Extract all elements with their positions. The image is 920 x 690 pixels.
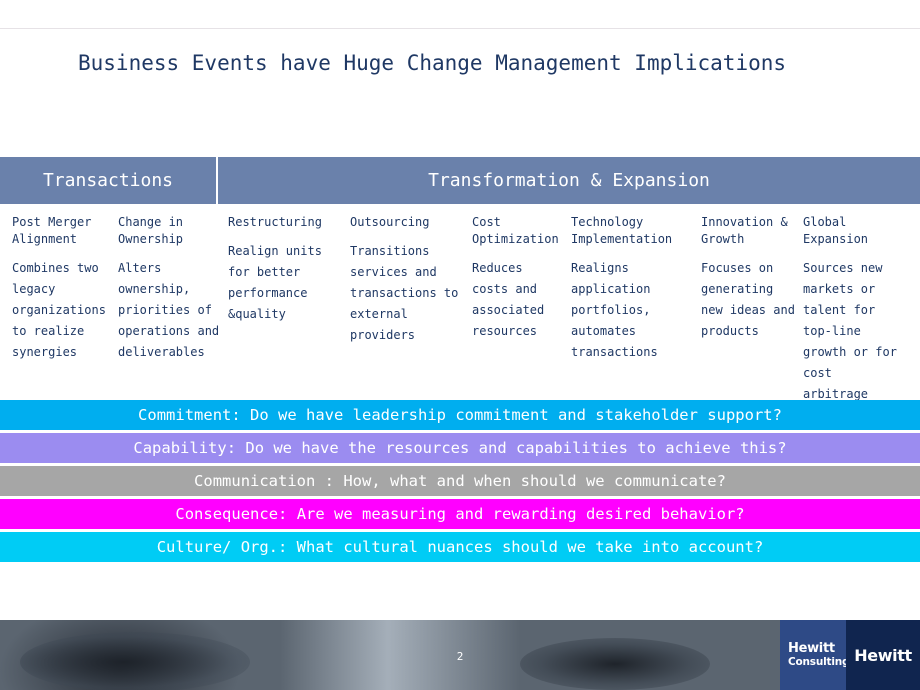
column-body: Realign units for better performance &qu… — [228, 244, 322, 321]
footer-blur-shape-right — [520, 638, 710, 690]
column-body: Alters ownership, priorities of operatio… — [118, 261, 220, 359]
footer-highlight — [280, 620, 520, 690]
logo-brand-block: Hewitt — [846, 620, 920, 690]
bar-communication: Communication : How, what and when shoul… — [0, 466, 920, 496]
column-restructuring: Restructuring Realign units for better p… — [228, 214, 350, 400]
column-outsourcing: Outsourcing Transitions services and tra… — [350, 214, 472, 400]
column-technology-implementation: Technology Implementation Realigns appli… — [571, 214, 701, 400]
slide-canvas: Business Events have Huge Change Managem… — [0, 0, 920, 690]
column-body: Focuses on generating new ideas and prod… — [701, 261, 795, 338]
bar-capability: Capability: Do we have the resources and… — [0, 433, 920, 463]
column-body: Combines two legacy organizations to rea… — [12, 261, 106, 359]
column-body: Realigns application portfolios, automat… — [571, 261, 658, 359]
logo-consulting-block: Hewitt Consulting — [780, 620, 850, 690]
banner-transactions: Transactions — [0, 157, 218, 204]
column-heading: Cost Optimization — [472, 215, 559, 246]
bar-commitment: Commitment: Do we have leadership commit… — [0, 400, 920, 430]
footer-blur-shape-left — [20, 632, 250, 690]
column-heading: Change in Ownership — [118, 215, 184, 246]
column-global-expansion: Global Expansion Sources new markets or … — [803, 214, 908, 401]
header-divider — [0, 28, 920, 29]
column-post-merger-alignment: Post Merger Alignment Combines two legac… — [0, 214, 118, 400]
column-heading: Innovation & Growth — [701, 215, 788, 246]
column-body: Reduces costs and associated resources — [472, 261, 545, 338]
column-heading: Post Merger Alignment — [12, 215, 92, 246]
column-heading: Global Expansion — [803, 215, 869, 246]
logo-line-1: Hewitt — [788, 641, 835, 656]
bar-culture-org: Culture/ Org.: What cultural nuances sho… — [0, 532, 920, 562]
column-heading: Outsourcing — [350, 215, 430, 229]
change-dimension-bars: Commitment: Do we have leadership commit… — [0, 400, 920, 565]
column-innovation-growth: Innovation & Growth Focuses on generatin… — [701, 214, 803, 400]
banner-transformation-expansion: Transformation & Expansion — [218, 157, 920, 204]
page-number: 2 — [456, 650, 464, 663]
hewitt-logo: Hewitt Consulting Hewitt — [780, 620, 920, 690]
column-heading: Technology Implementation — [571, 215, 673, 246]
page-title: Business Events have Huge Change Managem… — [78, 51, 787, 75]
category-banner: Transactions Transformation & Expansion — [0, 157, 920, 204]
column-change-in-ownership: Change in Ownership Alters ownership, pr… — [118, 214, 228, 400]
column-cost-optimization: Cost Optimization Reduces costs and asso… — [472, 214, 571, 400]
bar-consequence: Consequence: Are we measuring and reward… — [0, 499, 920, 529]
column-body: Transitions services and transactions to… — [350, 244, 459, 342]
column-body: Sources new markets or talent for top-li… — [803, 261, 897, 401]
column-heading: Restructuring — [228, 215, 322, 229]
logo-line-2: Consulting — [788, 656, 850, 668]
event-columns: Post Merger Alignment Combines two legac… — [0, 214, 920, 401]
